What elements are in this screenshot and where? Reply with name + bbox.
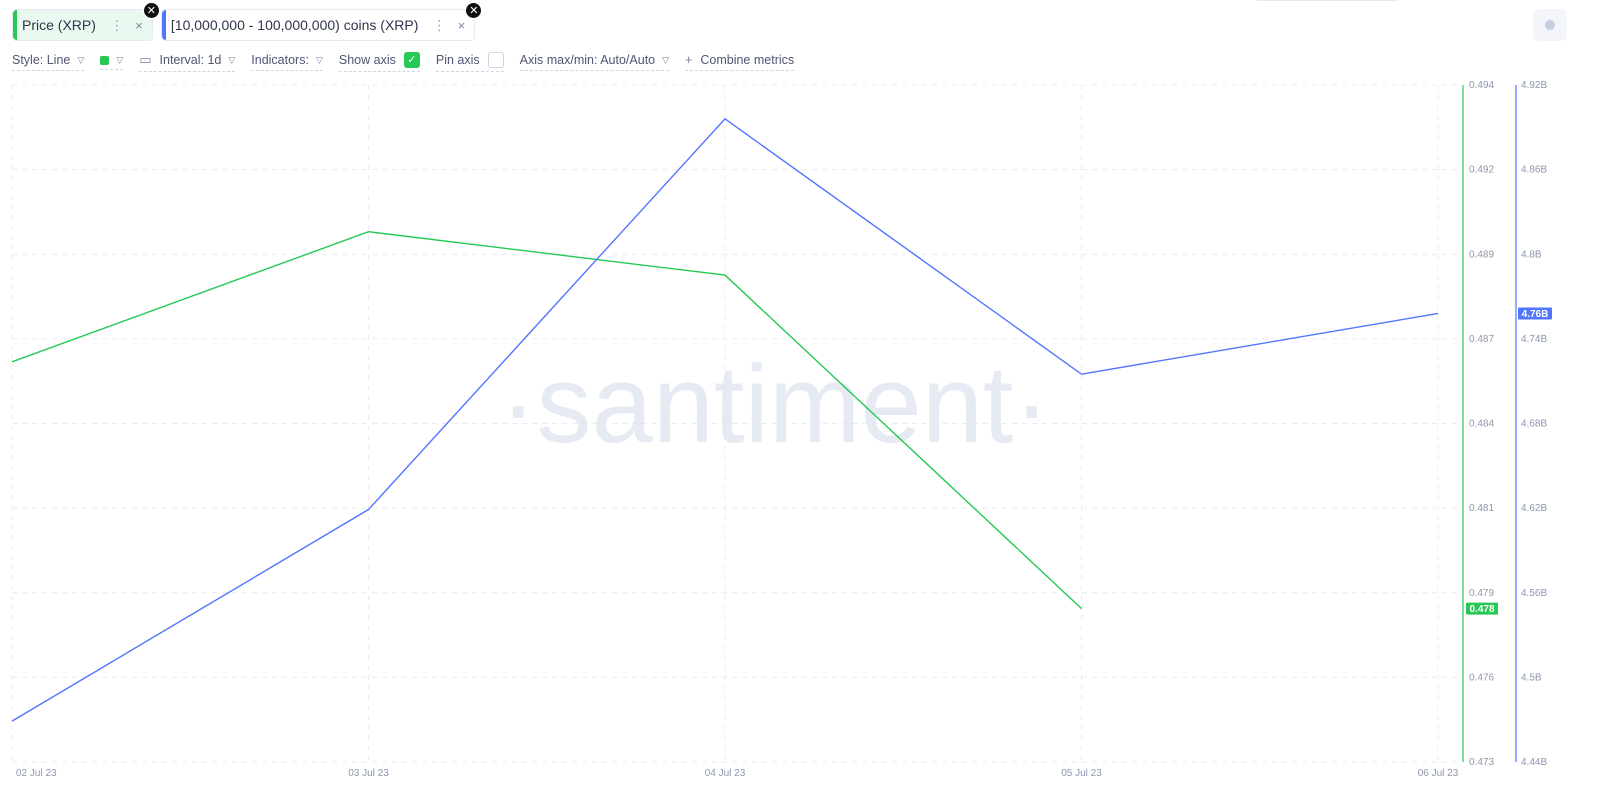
x-tick-label: 02 Jul 23	[16, 768, 57, 779]
x-tick-label: 06 Jul 23	[1418, 768, 1459, 779]
y-left-tick-label: 0.494	[1469, 80, 1494, 91]
y-left-tick-label: 0.492	[1469, 165, 1494, 176]
x-tick-label: 03 Jul 23	[348, 768, 389, 779]
y-left-tick-label: 0.484	[1469, 419, 1494, 430]
x-tick-label: 04 Jul 23	[705, 768, 746, 779]
y-right-tick-label: 4.86B	[1521, 165, 1547, 176]
y-right-tick-label: 4.74B	[1521, 334, 1547, 345]
santiment-watermark: ·santiment·	[500, 343, 1050, 466]
y-right-tick-label: 4.62B	[1521, 503, 1547, 514]
x-tick-label: 05 Jul 23	[1061, 768, 1102, 779]
y-left-tick-label: 0.479	[1469, 588, 1494, 599]
y-left-tick-label: 0.476	[1469, 672, 1494, 683]
last-value-label: 4.76B	[1522, 309, 1549, 320]
y-left-tick-label: 0.489	[1469, 249, 1494, 260]
y-right-tick-label: 4.5B	[1521, 672, 1542, 683]
y-left-tick-label: 0.481	[1469, 503, 1494, 514]
y-right-tick-label: 4.56B	[1521, 588, 1547, 599]
chart-area[interactable]: ·santiment· 0.494 0.492 0.489 0.487 0.484 0.4…	[0, 0, 1600, 801]
y-left-tick-label: 0.473	[1469, 757, 1494, 768]
y-right-tick-label: 4.68B	[1521, 419, 1547, 430]
last-value-label: 0.478	[1469, 604, 1494, 615]
y-right-tick-label: 4.8B	[1521, 249, 1542, 260]
y-right-tick-label: 4.92B	[1521, 80, 1547, 91]
y-left-tick-label: 0.487	[1469, 334, 1494, 345]
y-right-tick-label: 4.44B	[1521, 757, 1547, 768]
